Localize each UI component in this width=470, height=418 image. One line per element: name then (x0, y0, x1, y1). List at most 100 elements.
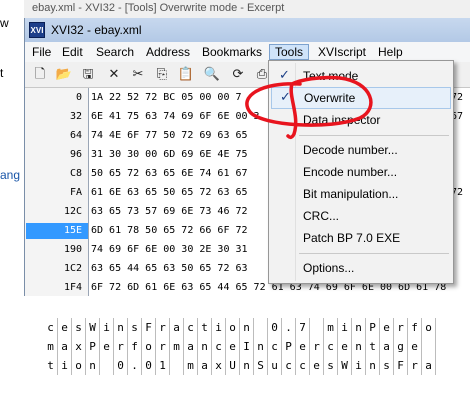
hex-row[interactable]: 61 6E 63 65 50 65 72 63 65 (91, 185, 254, 201)
menu-item-bit-manipulation[interactable]: Bit manipulation... (271, 183, 451, 205)
fragment-link[interactable]: ang (0, 168, 20, 182)
menu-file[interactable]: File (27, 44, 56, 60)
menu-address[interactable]: Address (141, 44, 195, 60)
hex-row[interactable]: 6E 41 75 63 74 69 6F 6E 00 3 (91, 109, 260, 125)
offset-label: 1C2 (63, 263, 82, 274)
hex-row[interactable]: 74 69 6F 6E 00 30 2E 30 31 (91, 242, 254, 258)
menu-item-crc[interactable]: CRC... (271, 205, 451, 227)
menu-item-encode-number[interactable]: Encode number... (271, 161, 451, 183)
menu-item-label: Text mode (303, 69, 359, 83)
cut-scissors-icon[interactable]: ✂ (129, 66, 147, 84)
dump-cell: c (184, 318, 198, 337)
menu-item-label: Decode number... (303, 143, 398, 157)
dump-cell: 0 (142, 356, 156, 375)
menu-search[interactable]: Search (91, 44, 139, 60)
copy-icon[interactable]: ⎘ (153, 66, 171, 84)
menu-item-patch-bp7[interactable]: Patch BP 7.0 EXE (271, 227, 451, 249)
dump-cell: o (72, 356, 86, 375)
dump-cell: r (310, 337, 324, 356)
menu-item-data-inspector[interactable]: Data inspector (271, 109, 451, 131)
dump-cell: P (282, 337, 296, 356)
menu-item-label: Bit manipulation... (303, 187, 399, 201)
dump-cell: c (268, 337, 282, 356)
dump-cell: s (72, 318, 86, 337)
top-strip-text: ebay.xml - XVI32 - [Tools] Overwrite mod… (32, 2, 285, 14)
dump-cell (170, 356, 184, 375)
dump-cell: m (184, 356, 198, 375)
save-disk-icon[interactable]: 🖫 (79, 66, 97, 84)
dump-cell: 0 (268, 318, 282, 337)
offset-label: C8 (69, 168, 82, 179)
offset-label-selected: 15E (26, 223, 88, 239)
menu-item-text-mode[interactable]: ✓ Text mode (271, 65, 451, 87)
find-replace-icon[interactable]: ⟳ (229, 66, 247, 84)
offset-label: 96 (69, 149, 82, 160)
dump-cell: f (408, 318, 422, 337)
menu-edit[interactable]: Edit (57, 44, 88, 60)
dump-cell: e (310, 356, 324, 375)
dump-cell: r (114, 337, 128, 356)
dump-cell: g (394, 337, 408, 356)
dump-cell: c (324, 337, 338, 356)
window-title: XVI32 - ebay.xml (51, 23, 142, 37)
menu-xviscript[interactable]: XVIscript (313, 44, 371, 60)
dump-cell: s (128, 318, 142, 337)
dump-cell: n (198, 337, 212, 356)
dump-cell: a (170, 318, 184, 337)
new-file-icon[interactable]: 🗋 (31, 66, 49, 84)
paste-icon[interactable]: 📋 (177, 66, 195, 84)
hex-row[interactable]: 1A 22 52 72 BC 05 00 00 7 (91, 90, 242, 106)
dump-cell: c (282, 356, 296, 375)
open-folder-icon[interactable]: 📂 (55, 66, 73, 84)
dump-cell: s (380, 356, 394, 375)
dump-cell: s (324, 356, 338, 375)
offset-label: 1F4 (63, 282, 82, 293)
dump-cell: u (268, 356, 282, 375)
title-bar[interactable]: XVI XVI32 - ebay.xml (25, 18, 470, 42)
dump-cell: x (72, 337, 86, 356)
dump-cell: e (226, 337, 240, 356)
dump-cell: m (170, 337, 184, 356)
dump-cell: n (86, 356, 100, 375)
dump-row: tion 0.01 maxUnSuccesWinsFra (44, 356, 436, 375)
dump-cell (100, 356, 114, 375)
dump-cell: n (240, 318, 254, 337)
dump-cell: e (408, 337, 422, 356)
dump-cell: a (198, 356, 212, 375)
hex-row[interactable]: 63 65 44 65 63 50 65 72 63 (91, 261, 254, 277)
hex-row[interactable]: 74 4E 6F 77 50 72 69 63 65 (91, 128, 254, 144)
dump-cell: I (240, 337, 254, 356)
background-window-fragment: w t ang (0, 0, 24, 296)
dump-cell: e (296, 337, 310, 356)
dump-cell: 1 (156, 356, 170, 375)
ascii-dump-excerpt: cesWinsFraction 0.7 minPerfo maxPerforma… (44, 318, 436, 376)
hex-row[interactable]: 31 30 30 00 6D 69 6E 4E 75 (91, 147, 254, 163)
hex-row[interactable]: 63 65 73 57 69 6E 73 46 72 (91, 204, 254, 220)
dump-cell: . (282, 318, 296, 337)
hex-row[interactable]: 6D 61 78 50 65 72 66 6F 72 (91, 223, 254, 239)
menu-item-overwrite[interactable]: ✓ Overwrite (271, 87, 451, 109)
dump-cell: n (114, 318, 128, 337)
offset-column: 0 32 64 96 C8 FA 12C 15E 190 1C2 1F4 (25, 88, 89, 296)
fragment-text: w (0, 16, 9, 30)
dump-cell: x (212, 356, 226, 375)
dump-cell: a (58, 337, 72, 356)
dump-cell: a (380, 337, 394, 356)
menu-help[interactable]: Help (373, 44, 408, 60)
dump-cell: t (198, 318, 212, 337)
menu-bookmarks[interactable]: Bookmarks (197, 44, 267, 60)
menu-tools[interactable]: Tools (269, 44, 310, 60)
menu-item-options[interactable]: Options... (271, 257, 451, 279)
delete-x-icon[interactable]: ✕ (105, 66, 123, 84)
hex-row[interactable]: 50 65 72 63 65 6E 74 61 67 (91, 166, 254, 182)
find-magnifier-icon[interactable]: 🔍 (203, 66, 221, 84)
dump-cell: i (100, 318, 114, 337)
dump-cell: o (422, 318, 436, 337)
offset-label: 190 (63, 244, 82, 255)
dump-cell: 7 (296, 318, 310, 337)
dump-cell (254, 318, 268, 337)
top-clipped-strip: ebay.xml - XVI32 - [Tools] Overwrite mod… (24, 0, 470, 18)
dump-cell: W (338, 356, 352, 375)
menu-item-decode-number[interactable]: Decode number... (271, 139, 451, 161)
dump-cell: c (212, 337, 226, 356)
